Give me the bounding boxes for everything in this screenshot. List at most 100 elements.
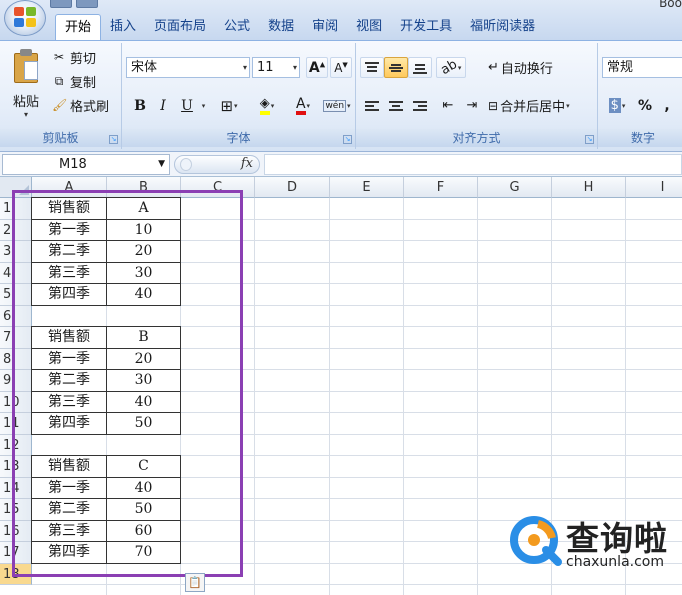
font-dialog-launcher-icon[interactable]: ↘ xyxy=(343,135,352,144)
decrease-font-size-button[interactable]: A▼ xyxy=(330,57,352,78)
row-header-11[interactable]: 11 xyxy=(0,413,32,435)
increase-font-size-button[interactable]: A▲ xyxy=(306,57,328,78)
column-header-g[interactable]: G xyxy=(478,177,552,198)
cut-button[interactable]: ✂ 剪切 xyxy=(52,47,96,67)
format-painter-button[interactable]: 🖌 格式刷 xyxy=(52,95,109,115)
row-header-6[interactable]: 6 xyxy=(0,306,32,327)
row-header-8[interactable]: 8 xyxy=(0,349,32,370)
row-header-2[interactable]: 2 xyxy=(0,220,32,241)
row-header-10[interactable]: 10 xyxy=(0,392,32,413)
italic-button[interactable]: I xyxy=(153,95,173,116)
value-cell[interactable]: 60 xyxy=(107,521,181,542)
table-series-label[interactable]: A xyxy=(107,197,181,220)
quarter-cell[interactable]: 第二季 xyxy=(31,370,107,392)
office-button[interactable] xyxy=(4,0,46,36)
value-cell[interactable]: 40 xyxy=(107,284,181,306)
table-series-label[interactable]: B xyxy=(107,326,181,349)
insert-function-icon[interactable]: fx xyxy=(241,156,253,171)
align-right-button[interactable] xyxy=(408,95,432,116)
column-header-e[interactable]: E xyxy=(330,177,404,198)
value-cell[interactable]: 30 xyxy=(107,370,181,392)
align-middle-button[interactable] xyxy=(384,57,408,78)
tab-home[interactable]: 开始 xyxy=(55,14,102,40)
font-color-button[interactable]: A ▾ xyxy=(286,95,320,116)
quarter-cell[interactable]: 第二季 xyxy=(31,241,107,263)
row-header-18[interactable]: 18 xyxy=(0,564,32,585)
row-header-12[interactable]: 12 xyxy=(0,435,32,456)
row-header-1[interactable]: 1 xyxy=(0,198,32,220)
merge-center-button[interactable]: ⊟ 合并后居中 ▾ xyxy=(488,95,592,116)
value-cell[interactable]: 30 xyxy=(107,263,181,284)
value-cell[interactable]: 10 xyxy=(107,220,181,241)
font-name-select[interactable]: 宋体 ▾ xyxy=(126,57,250,78)
column-header-f[interactable]: F xyxy=(404,177,478,198)
alignment-dialog-launcher-icon[interactable]: ↘ xyxy=(585,135,594,144)
table-header-label[interactable]: 销售额 xyxy=(31,455,107,478)
quarter-cell[interactable]: 第四季 xyxy=(31,542,107,564)
column-header-b[interactable]: B xyxy=(107,177,181,198)
align-center-button[interactable] xyxy=(384,95,408,116)
align-bottom-button[interactable] xyxy=(408,57,432,78)
tab-data[interactable]: 数据 xyxy=(259,14,303,40)
underline-button[interactable]: U xyxy=(176,95,198,116)
row-header-13[interactable]: 13 xyxy=(0,456,32,478)
paste-options-button[interactable]: 📋 xyxy=(185,573,205,592)
column-header-i[interactable]: I xyxy=(626,177,682,198)
decrease-indent-button[interactable]: ⇤ xyxy=(436,95,460,116)
column-header-d[interactable]: D xyxy=(255,177,330,198)
tab-insert[interactable]: 插入 xyxy=(101,14,145,40)
value-cell[interactable]: 40 xyxy=(107,478,181,499)
column-header-h[interactable]: H xyxy=(552,177,626,198)
tab-page-layout[interactable]: 页面布局 xyxy=(145,14,215,40)
table-series-label[interactable]: C xyxy=(107,455,181,478)
quarter-cell[interactable]: 第三季 xyxy=(31,521,107,542)
tab-formulas[interactable]: 公式 xyxy=(215,14,259,40)
row-header-9[interactable]: 9 xyxy=(0,370,32,392)
table-header-label[interactable]: 销售额 xyxy=(31,197,107,220)
copy-button[interactable]: ⧉ 复制 xyxy=(52,71,96,91)
fill-color-button[interactable]: ◈ ▾ xyxy=(250,95,284,116)
value-cell[interactable]: 20 xyxy=(107,241,181,263)
quarter-cell[interactable]: 第一季 xyxy=(31,349,107,370)
row-header-17[interactable]: 17 xyxy=(0,542,32,564)
percent-style-button[interactable]: % xyxy=(636,95,654,116)
clipboard-dialog-launcher-icon[interactable]: ↘ xyxy=(109,135,118,144)
comma-style-button[interactable]: , xyxy=(658,95,676,116)
increase-indent-button[interactable]: ⇥ xyxy=(460,95,484,116)
font-size-select[interactable]: 11 ▾ xyxy=(252,57,300,78)
row-header-16[interactable]: 16 xyxy=(0,521,32,542)
number-format-select[interactable]: 常规 xyxy=(602,57,682,78)
expand-handle-icon[interactable] xyxy=(180,158,192,171)
quarter-cell[interactable]: 第四季 xyxy=(31,413,107,435)
column-header-c[interactable]: C xyxy=(181,177,255,198)
value-cell[interactable]: 50 xyxy=(107,413,181,435)
accounting-format-button[interactable]: $ ▾ xyxy=(602,95,632,116)
align-left-button[interactable] xyxy=(360,95,384,116)
tab-foxit-reader[interactable]: 福昕阅读器 xyxy=(461,14,544,40)
quarter-cell[interactable]: 第二季 xyxy=(31,499,107,521)
value-cell[interactable]: 50 xyxy=(107,499,181,521)
undo-icon[interactable] xyxy=(50,0,72,8)
underline-dropdown[interactable]: ▾ xyxy=(198,95,208,116)
bold-button[interactable]: B xyxy=(130,95,150,116)
orientation-button[interactable]: ab ▾ xyxy=(436,57,466,78)
row-header-3[interactable]: 3 xyxy=(0,241,32,263)
value-cell[interactable]: 70 xyxy=(107,542,181,564)
row-header-15[interactable]: 15 xyxy=(0,499,32,521)
redo-icon[interactable] xyxy=(76,0,98,8)
row-header-14[interactable]: 14 xyxy=(0,478,32,499)
table-header-label[interactable]: 销售额 xyxy=(31,326,107,349)
phonetic-guide-button[interactable]: wén ▾ xyxy=(320,95,354,116)
quarter-cell[interactable]: 第三季 xyxy=(31,263,107,284)
borders-button[interactable]: ⊞ ▾ xyxy=(212,95,246,116)
row-header-7[interactable]: 7 xyxy=(0,327,32,349)
formula-input[interactable] xyxy=(264,154,682,175)
align-top-button[interactable] xyxy=(360,57,384,78)
quarter-cell[interactable]: 第三季 xyxy=(31,392,107,413)
quarter-cell[interactable]: 第四季 xyxy=(31,284,107,306)
tab-view[interactable]: 视图 xyxy=(347,14,391,40)
tab-developer[interactable]: 开发工具 xyxy=(391,14,461,40)
paste-button[interactable]: 粘贴 ▾ xyxy=(8,47,44,125)
row-header-5[interactable]: 5 xyxy=(0,284,32,306)
select-all-corner[interactable] xyxy=(0,177,32,198)
